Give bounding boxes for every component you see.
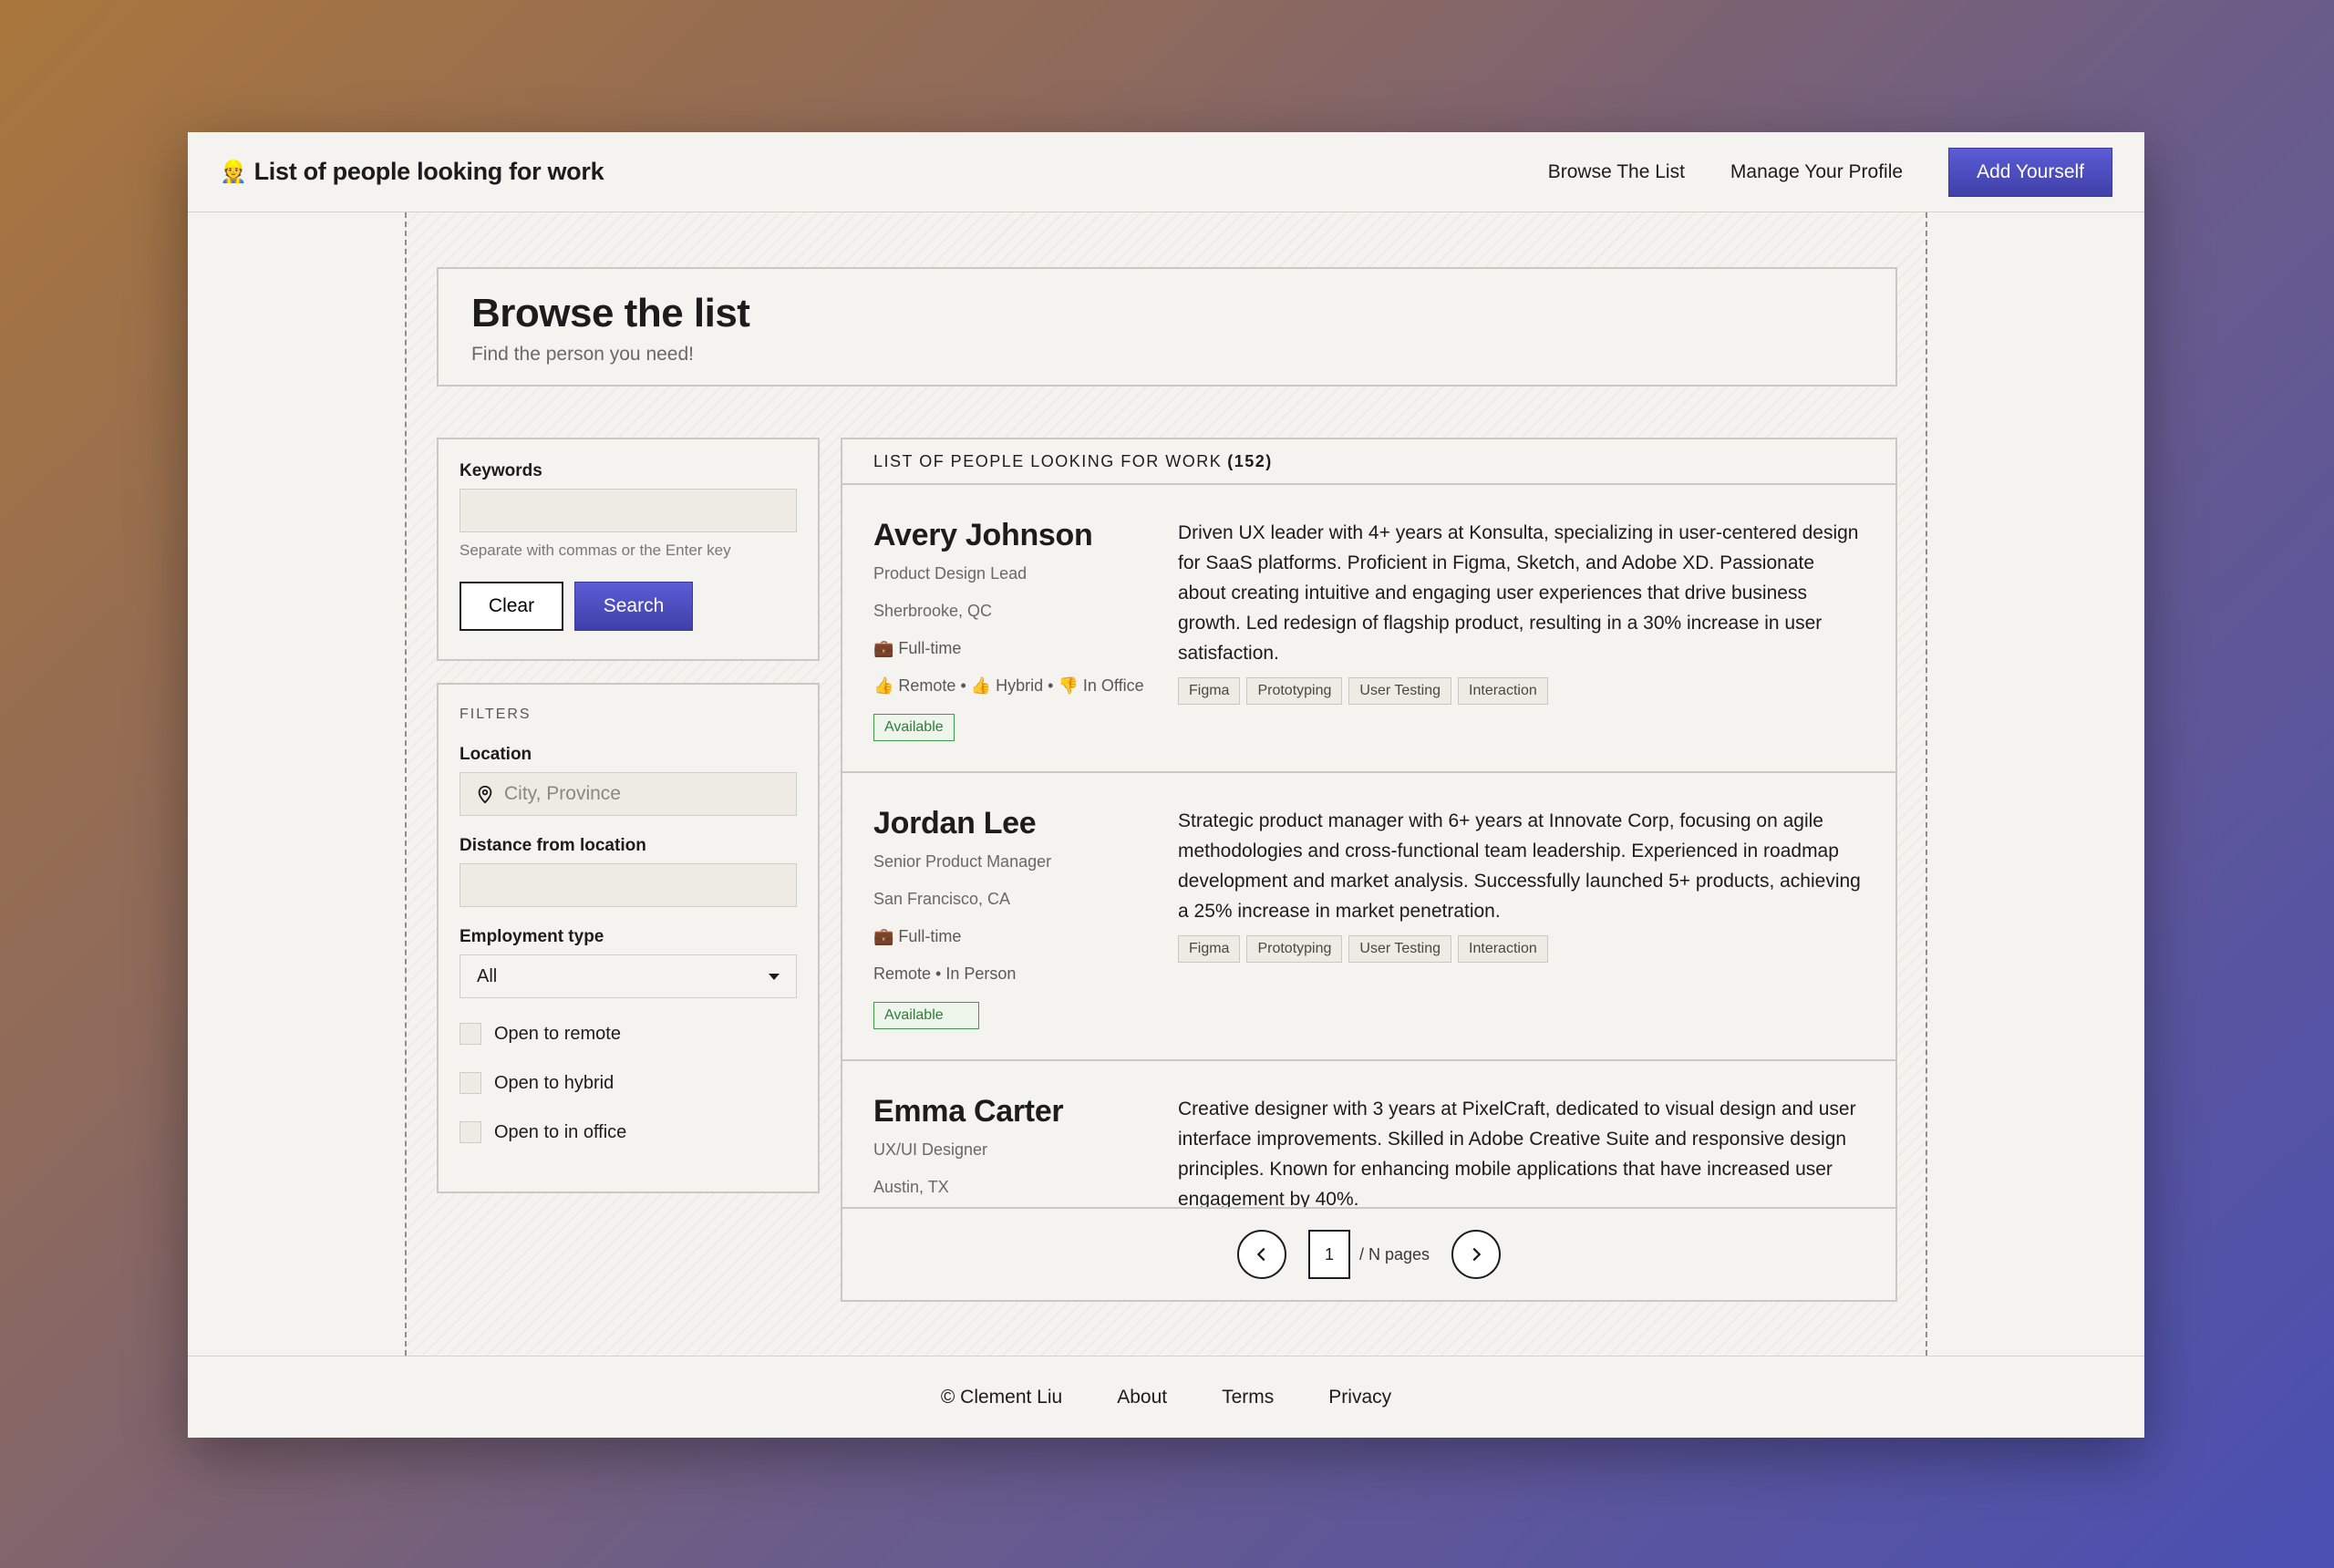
filters-panel: FILTERS Location City, Province Distance… bbox=[437, 683, 820, 1193]
checkbox-label: Open to in office bbox=[494, 1121, 627, 1142]
page-total: / N pages bbox=[1358, 1244, 1430, 1264]
skill-tag: Prototyping bbox=[1246, 677, 1343, 705]
location-placeholder: City, Province bbox=[504, 783, 621, 804]
footer-about-link[interactable]: About bbox=[1117, 1387, 1167, 1408]
page-subtitle: Find the person you need! bbox=[471, 344, 695, 365]
brand-title: List of people looking for work bbox=[253, 158, 604, 185]
distance-input[interactable] bbox=[460, 863, 797, 907]
search-button[interactable]: Search bbox=[574, 582, 693, 631]
page-number-input[interactable]: 1 bbox=[1307, 1230, 1350, 1279]
employment-label: Employment type bbox=[460, 927, 604, 946]
checkbox-label: Open to remote bbox=[494, 1023, 621, 1044]
person-card[interactable]: Emma Carter UX/UI Designer Austin, TX Cr… bbox=[842, 1061, 1895, 1207]
map-pin-icon bbox=[478, 785, 492, 804]
person-summary: Jordan Lee Senior Product Manager San Fr… bbox=[873, 806, 1178, 1059]
add-yourself-button[interactable]: Add Yourself bbox=[1948, 147, 2112, 197]
person-card[interactable]: Avery Johnson Product Design Lead Sherbr… bbox=[842, 485, 1895, 773]
person-work-modes: 👍 Remote • 👍 Hybrid • 👎 In Office bbox=[873, 676, 1144, 695]
skill-tags: Figma Prototyping User Testing Interacti… bbox=[1178, 677, 1864, 705]
distance-field: Distance from location bbox=[460, 836, 797, 907]
checkbox-box[interactable] bbox=[460, 1121, 481, 1143]
person-title: Product Design Lead bbox=[873, 564, 1028, 583]
person-name[interactable]: Avery Johnson bbox=[873, 518, 1178, 553]
app-window: 👷 List of people looking for work Browse… bbox=[188, 132, 2144, 1438]
footer-privacy-link[interactable]: Privacy bbox=[1328, 1387, 1391, 1408]
main-nav: Browse The List Manage Your Profile Add … bbox=[1548, 147, 2112, 197]
people-list-panel: LIST OF PEOPLE LOOKING FOR WORK (152) Av… bbox=[841, 438, 1897, 1302]
next-page-button[interactable] bbox=[1451, 1230, 1502, 1279]
person-bio: Driven UX leader with 4+ years at Konsul… bbox=[1178, 522, 1859, 664]
person-summary: Avery Johnson Product Design Lead Sherbr… bbox=[873, 518, 1178, 771]
page-title: Browse the list bbox=[471, 291, 750, 335]
person-location: Austin, TX bbox=[873, 1178, 949, 1196]
list-scroll-area[interactable]: Avery Johnson Product Design Lead Sherbr… bbox=[842, 485, 1895, 1207]
open-to-in-office-checkbox[interactable]: Open to in office bbox=[460, 1117, 797, 1148]
pagination: 1 / N pages bbox=[842, 1207, 1895, 1300]
search-actions: Clear Search bbox=[460, 582, 797, 631]
person-title: UX/UI Designer bbox=[873, 1140, 988, 1159]
person-name[interactable]: Emma Carter bbox=[873, 1094, 1178, 1130]
chevron-left-icon bbox=[1256, 1247, 1265, 1262]
copyright: © Clement Liu bbox=[940, 1386, 1063, 1408]
employment-select[interactable]: All bbox=[460, 954, 797, 998]
status-badge: Available bbox=[873, 714, 955, 741]
distance-label: Distance from location bbox=[460, 836, 646, 855]
person-details: Creative designer with 3 years at PixelC… bbox=[1178, 1094, 1864, 1207]
nav-manage-profile-link[interactable]: Manage Your Profile bbox=[1730, 161, 1903, 183]
list-header: LIST OF PEOPLE LOOKING FOR WORK (152) bbox=[842, 439, 1895, 485]
construction-worker-icon: 👷 bbox=[220, 160, 247, 184]
skill-tag: User Testing bbox=[1348, 677, 1452, 705]
status-badge: Available bbox=[873, 1002, 979, 1029]
skill-tags: Figma Prototyping User Testing Interacti… bbox=[1178, 935, 1864, 963]
person-location: San Francisco, CA bbox=[873, 890, 1011, 908]
footer-terms-link[interactable]: Terms bbox=[1222, 1387, 1274, 1408]
employment-field: Employment type All bbox=[460, 927, 797, 998]
person-name[interactable]: Jordan Lee bbox=[873, 806, 1178, 841]
person-title: Senior Product Manager bbox=[873, 852, 1052, 871]
skill-tag: Interaction bbox=[1458, 677, 1548, 705]
skill-tag: Interaction bbox=[1458, 935, 1548, 963]
main-content: Browse the list Find the person you need… bbox=[188, 212, 2144, 1356]
keywords-label: Keywords bbox=[460, 461, 542, 480]
location-field: Location City, Province bbox=[460, 745, 797, 816]
brand[interactable]: 👷 List of people looking for work bbox=[220, 158, 604, 186]
skill-tag: Prototyping bbox=[1246, 935, 1343, 963]
checkbox-box[interactable] bbox=[460, 1072, 481, 1094]
open-to-remote-checkbox[interactable]: Open to remote bbox=[460, 1018, 797, 1049]
nav-browse-link[interactable]: Browse The List bbox=[1548, 161, 1685, 183]
search-panel: Keywords Separate with commas or the Ent… bbox=[437, 438, 820, 661]
skill-tag: User Testing bbox=[1348, 935, 1452, 963]
skill-tag: Figma bbox=[1178, 935, 1241, 963]
checkbox-box[interactable] bbox=[460, 1023, 481, 1045]
skill-tag: Figma bbox=[1178, 677, 1241, 705]
prev-page-button[interactable] bbox=[1236, 1230, 1286, 1279]
list-count: (152) bbox=[1227, 451, 1273, 470]
person-employment: 💼 Full-time bbox=[873, 639, 962, 657]
person-card[interactable]: Jordan Lee Senior Product Manager San Fr… bbox=[842, 773, 1895, 1061]
filters-title: FILTERS bbox=[460, 707, 532, 722]
location-label: Location bbox=[460, 745, 532, 764]
person-location: Sherbrooke, QC bbox=[873, 602, 993, 620]
page-hero: Browse the list Find the person you need… bbox=[437, 267, 1897, 387]
person-summary: Emma Carter UX/UI Designer Austin, TX bbox=[873, 1094, 1178, 1207]
person-bio: Strategic product manager with 6+ years … bbox=[1178, 810, 1861, 922]
list-heading: LIST OF PEOPLE LOOKING FOR WORK bbox=[873, 451, 1223, 470]
checkbox-label: Open to hybrid bbox=[494, 1072, 614, 1093]
open-to-hybrid-checkbox[interactable]: Open to hybrid bbox=[460, 1068, 797, 1099]
person-employment: 💼 Full-time bbox=[873, 927, 962, 945]
person-work-modes: Remote • In Person bbox=[873, 965, 1017, 983]
top-navbar: 👷 List of people looking for work Browse… bbox=[188, 132, 2144, 212]
employment-value: All bbox=[477, 965, 498, 986]
clear-button[interactable]: Clear bbox=[460, 582, 563, 631]
person-details: Driven UX leader with 4+ years at Konsul… bbox=[1178, 518, 1864, 771]
footer: © Clement Liu About Terms Privacy bbox=[188, 1356, 2144, 1438]
person-bio: Creative designer with 3 years at PixelC… bbox=[1178, 1099, 1856, 1207]
content-column: Browse the list Find the person you need… bbox=[405, 212, 1927, 1356]
person-details: Strategic product manager with 6+ years … bbox=[1178, 806, 1864, 1059]
keywords-input[interactable] bbox=[460, 489, 797, 532]
keywords-hint: Separate with commas or the Enter key bbox=[460, 542, 731, 559]
chevron-right-icon bbox=[1472, 1247, 1482, 1262]
location-input[interactable]: City, Province bbox=[460, 772, 797, 816]
caret-down-icon bbox=[769, 973, 780, 980]
